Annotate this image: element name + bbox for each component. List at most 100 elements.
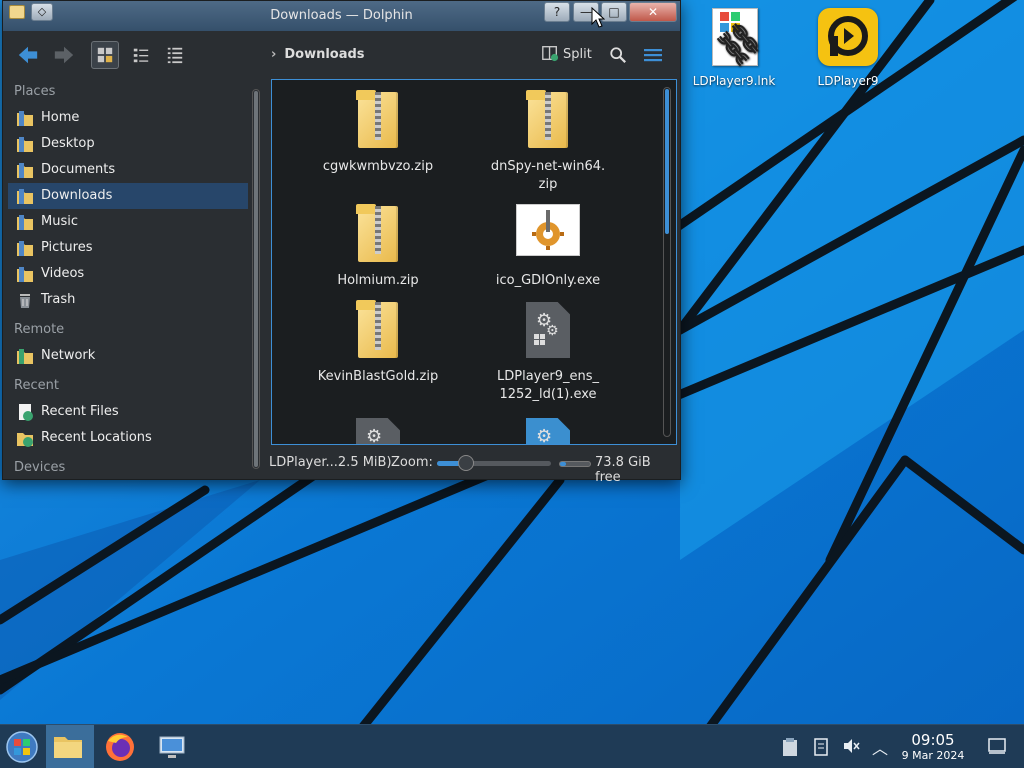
file-item[interactable]: ⚙ <box>298 414 458 444</box>
notes-tray-icon[interactable] <box>813 737 829 761</box>
zip-file-icon <box>516 88 580 152</box>
taskbar-dolphin[interactable] <box>46 725 94 768</box>
desktop-icon-ldplayer9-lnk[interactable]: ⛓ LDPlayer9.lnk <box>684 6 784 88</box>
file-item[interactable]: dnSpy-net-win64. zip <box>468 88 628 194</box>
places-scrollbar[interactable] <box>252 89 260 469</box>
file-item[interactable]: cgwkwmbvzo.zip <box>298 88 458 176</box>
recent-locations-icon <box>16 429 34 447</box>
ldplayer-icon <box>816 6 880 70</box>
place-label: Home <box>41 110 80 125</box>
search-button[interactable] <box>609 41 631 69</box>
taskbar-firefox[interactable] <box>98 725 146 768</box>
place-label: Music <box>41 214 78 229</box>
place-item-recent-files[interactable]: Recent Files <box>8 399 248 425</box>
file-name: KevinBlastGold.zip <box>317 369 439 384</box>
desktop-icon-label: LDPlayer9 <box>817 74 879 88</box>
show-desktop-icon[interactable] <box>988 738 1006 758</box>
start-menu-button[interactable] <box>0 725 48 768</box>
close-button[interactable]: ✕ <box>629 2 677 22</box>
zoom-label: Zoom: <box>391 455 433 470</box>
details-view-button[interactable] <box>161 41 189 69</box>
place-label: Recent Files <box>41 404 119 419</box>
place-item-desktop[interactable]: Desktop <box>8 131 248 157</box>
file-view-scrollbar[interactable] <box>663 87 671 437</box>
executable-icon: ⚙ <box>346 414 410 444</box>
volume-muted-icon[interactable] <box>842 737 860 759</box>
hamburger-menu-button[interactable] <box>643 41 665 69</box>
file-item[interactable]: ico_GDIOnly.exe <box>468 202 628 290</box>
desktop-folder-icon <box>16 135 34 153</box>
file-name: dnSpy-net-win64. zip <box>490 159 606 192</box>
place-label: Downloads <box>41 188 113 203</box>
place-label: Desktop <box>41 136 95 151</box>
place-item-music[interactable]: Music <box>8 209 248 235</box>
compact-view-button[interactable] <box>127 41 155 69</box>
file-item[interactable]: KevinBlastGold.zip <box>298 298 458 386</box>
forward-button[interactable] <box>53 41 81 69</box>
mouse-cursor-icon <box>591 7 605 28</box>
free-space-bar-fill <box>560 462 566 466</box>
place-item-downloads[interactable]: Downloads <box>8 183 248 209</box>
file-item[interactable]: Holmium.zip <box>298 202 458 290</box>
place-item-home[interactable]: Home <box>8 105 248 131</box>
split-button[interactable]: Split <box>541 41 601 69</box>
windows-orb-icon <box>6 731 38 763</box>
status-bar: LDPlayer...2.5 MiB) Zoom: 73.8 GiB free <box>3 449 680 485</box>
file-name: LDPlayer9_ens_ 1252_ld(1).exe <box>497 369 599 402</box>
status-selection-text: LDPlayer...2.5 MiB) <box>269 455 392 470</box>
place-label: Network <box>41 348 96 363</box>
help-button[interactable]: ? <box>544 2 570 22</box>
place-item-videos[interactable]: Videos <box>8 261 248 287</box>
zip-file-icon <box>346 202 410 266</box>
executable-icon: ⚙ ⚙ <box>516 298 580 362</box>
zip-file-icon <box>346 298 410 362</box>
grid-icon <box>97 47 113 63</box>
breadcrumb[interactable]: › Downloads <box>271 41 391 69</box>
back-button[interactable] <box>17 41 47 69</box>
file-item[interactable]: ⚙ ⚙ LDPlayer9_ens_ 1252_ld(1).exe <box>468 298 628 404</box>
chevron-up-icon[interactable]: ︿ <box>872 735 888 759</box>
place-item-recent-locations[interactable]: Recent Locations <box>8 425 248 451</box>
arrow-left-icon <box>18 46 38 64</box>
arrow-right-icon <box>54 46 74 64</box>
hamburger-menu-icon <box>644 49 662 62</box>
section-header-places: Places <box>14 84 56 99</box>
music-folder-icon <box>16 213 34 231</box>
split-view-icon <box>542 46 559 62</box>
main-toolbar: › Downloads Split <box>3 31 680 79</box>
documents-folder-icon <box>16 161 34 179</box>
split-label: Split <box>563 47 592 62</box>
free-space-bar <box>559 461 591 467</box>
clipboard-tray-icon[interactable] <box>782 737 798 761</box>
place-item-trash[interactable]: Trash <box>8 287 248 313</box>
place-label: Trash <box>41 292 76 307</box>
compact-list-icon <box>133 48 149 63</box>
zoom-slider[interactable] <box>437 455 551 471</box>
desktop-icon-ldplayer9[interactable]: LDPlayer9 <box>798 6 898 88</box>
computer-network-icon <box>159 736 185 758</box>
folder-icon <box>54 737 82 758</box>
file-name: Holmium.zip <box>337 273 419 288</box>
place-item-documents[interactable]: Documents <box>8 157 248 183</box>
gdi-exe-icon <box>516 202 580 266</box>
breadcrumb-downloads[interactable]: Downloads <box>284 47 364 62</box>
clock[interactable]: 09:05 9 Mar 2024 <box>894 731 972 763</box>
icons-view-button[interactable] <box>91 41 119 69</box>
taskbar-remote-desktop[interactable] <box>150 725 198 768</box>
taskbar: ︿ 09:05 9 Mar 2024 <box>0 724 1024 768</box>
dolphin-window: ◇ Downloads — Dolphin ? — □ ✕ › Download… <box>2 0 681 485</box>
window-titlebar[interactable]: ◇ Downloads — Dolphin ? — □ ✕ <box>3 1 680 31</box>
videos-folder-icon <box>16 265 34 283</box>
zoom-slider-handle[interactable] <box>457 455 474 471</box>
zip-file-icon <box>346 88 410 152</box>
file-item[interactable]: ⚙ <box>468 414 628 444</box>
free-space-text: 73.8 GiB free <box>595 455 651 485</box>
file-view: cgwkwmbvzo.zip dnSpy-net-win64. zip Holm… <box>271 79 677 445</box>
pictures-folder-icon <box>16 239 34 257</box>
places-panel: Places Home Desktop Documents Downloads … <box>8 79 248 475</box>
shortcut-chain-icon: ⛓ <box>702 6 769 73</box>
place-item-pictures[interactable]: Pictures <box>8 235 248 261</box>
search-icon <box>610 47 626 63</box>
trash-icon <box>16 291 34 309</box>
place-item-network[interactable]: Network <box>8 343 248 369</box>
